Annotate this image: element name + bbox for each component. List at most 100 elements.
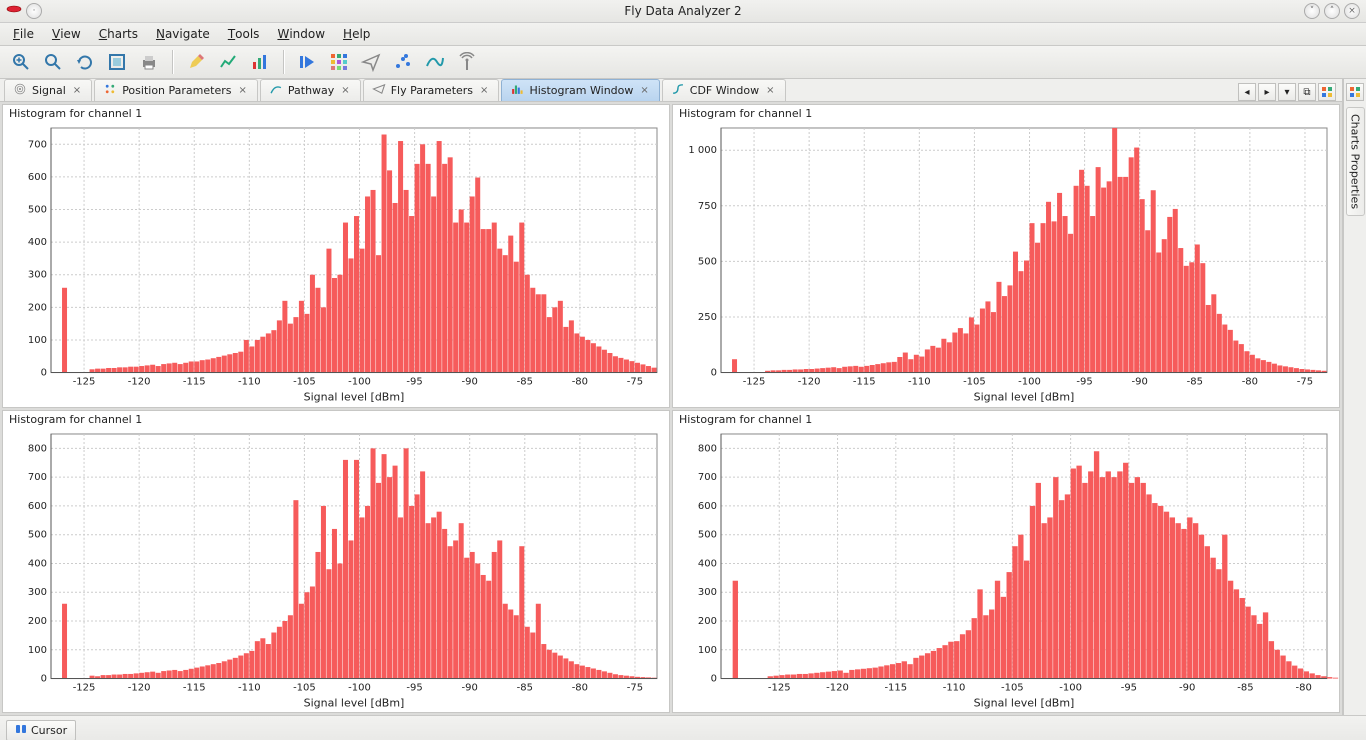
svg-text:-100: -100	[348, 377, 371, 388]
tool-magnify-plus[interactable]	[6, 48, 36, 76]
titlebar-unknown-button[interactable]: ·	[26, 3, 42, 19]
tool-refresh[interactable]	[70, 48, 100, 76]
pathway-icon	[269, 82, 283, 99]
svg-text:100: 100	[28, 644, 47, 655]
tab-cdf-window[interactable]: CDF Window ×	[662, 79, 786, 101]
chart-title: Histogram for channel 1	[673, 105, 1339, 120]
tab-close[interactable]: ×	[764, 85, 776, 96]
chart-panel-2: Histogram for channel 102505007501 000-1…	[672, 104, 1340, 408]
menubar: FileViewChartsNavigateToolsWindowHelp	[0, 23, 1366, 46]
tool-send[interactable]	[356, 48, 386, 76]
tab-fly-parameters[interactable]: Fly Parameters ×	[363, 79, 500, 101]
tab-histogram-window[interactable]: Histogram Window ×	[501, 79, 659, 101]
close-button[interactable]: ×	[1344, 3, 1360, 19]
tab-scroll-right[interactable]: ▸	[1258, 83, 1276, 101]
charts-properties-tab[interactable]: Charts Properties	[1346, 107, 1365, 216]
svg-text:-75: -75	[1297, 377, 1313, 388]
svg-text:Signal level [dBm]: Signal level [dBm]	[304, 391, 405, 404]
menu-tools[interactable]: Tools	[219, 23, 269, 45]
menu-help[interactable]: Help	[334, 23, 379, 45]
svg-text:300: 300	[28, 270, 47, 281]
tab-close[interactable]: ×	[478, 85, 490, 96]
right-sidebar: Charts Properties	[1343, 79, 1366, 715]
svg-text:300: 300	[698, 587, 717, 598]
svg-text:750: 750	[698, 201, 717, 212]
svg-text:500: 500	[28, 205, 47, 216]
svg-text:-115: -115	[853, 377, 876, 388]
svg-text:-90: -90	[462, 682, 478, 693]
content-area: Signal×Position Parameters×Pathway×Fly P…	[0, 79, 1343, 715]
svg-text:-125: -125	[73, 682, 96, 693]
svg-text:-85: -85	[517, 377, 533, 388]
tab-maximize[interactable]: ⧉	[1298, 83, 1316, 101]
chart-canvas[interactable]: 0100200300400500600700-125-120-115-110-1…	[3, 120, 669, 407]
chart-title: Histogram for channel 1	[3, 105, 669, 120]
app-icon	[6, 3, 22, 15]
tool-page-fit[interactable]	[102, 48, 132, 76]
tool-line-chart[interactable]	[213, 48, 243, 76]
tab-close[interactable]: ×	[638, 85, 650, 96]
cdf-icon	[671, 82, 685, 99]
tab-scroll-left[interactable]: ◂	[1238, 83, 1256, 101]
svg-text:200: 200	[698, 616, 717, 627]
tab-label: Histogram Window	[529, 84, 633, 97]
tab-close[interactable]: ×	[71, 85, 83, 96]
svg-text:700: 700	[698, 472, 717, 483]
tab-signal[interactable]: Signal×	[4, 79, 92, 101]
tool-bar-chart[interactable]	[245, 48, 275, 76]
tab-label: CDF Window	[690, 84, 759, 97]
chart-canvas[interactable]: 0100200300400500600700800-125-120-115-11…	[673, 426, 1339, 713]
tool-spline[interactable]	[420, 48, 450, 76]
tab-grid-icon[interactable]	[1318, 83, 1336, 101]
sidebar-grid-icon[interactable]	[1346, 83, 1364, 101]
tool-scatter[interactable]	[388, 48, 418, 76]
tool-magnify[interactable]	[38, 48, 68, 76]
cursor-button[interactable]: Cursor	[6, 720, 76, 740]
svg-text:-105: -105	[293, 377, 316, 388]
tab-label: Fly Parameters	[391, 84, 473, 97]
svg-text:200: 200	[28, 302, 47, 313]
svg-text:600: 600	[698, 500, 717, 511]
tab-close[interactable]: ×	[236, 85, 248, 96]
svg-text:200: 200	[28, 616, 47, 627]
tab-position-parameters[interactable]: Position Parameters×	[94, 79, 258, 101]
histogram-icon	[510, 82, 524, 99]
svg-text:600: 600	[28, 500, 47, 511]
svg-text:-105: -105	[963, 377, 986, 388]
tool-antenna[interactable]	[452, 48, 482, 76]
svg-text:-115: -115	[183, 682, 206, 693]
menu-charts[interactable]: Charts	[90, 23, 147, 45]
menu-file[interactable]: File	[4, 23, 43, 45]
tool-edit[interactable]	[181, 48, 211, 76]
menu-view[interactable]: View	[43, 23, 90, 45]
svg-text:-110: -110	[943, 682, 966, 693]
tab-dropdown[interactable]: ▾	[1278, 83, 1296, 101]
svg-text:-110: -110	[238, 377, 261, 388]
toolbar-separator	[172, 50, 173, 74]
svg-text:-100: -100	[1018, 377, 1041, 388]
chart-canvas[interactable]: 02505007501 000-125-120-115-110-105-100-…	[673, 120, 1339, 407]
menu-window[interactable]: Window	[268, 23, 334, 45]
chart-canvas[interactable]: 0100200300400500600700800-125-120-115-11…	[3, 426, 669, 713]
chart-panel-1: Histogram for channel 101002003004005006…	[2, 104, 670, 408]
tool-print[interactable]	[134, 48, 164, 76]
tool-grid[interactable]	[324, 48, 354, 76]
minimize-button[interactable]: ˅	[1304, 3, 1320, 19]
svg-text:-95: -95	[1076, 377, 1092, 388]
svg-text:-105: -105	[1001, 682, 1024, 693]
tool-play[interactable]	[292, 48, 322, 76]
svg-text:-120: -120	[128, 377, 151, 388]
svg-text:400: 400	[698, 558, 717, 569]
svg-text:800: 800	[28, 443, 47, 454]
svg-text:0: 0	[41, 673, 47, 684]
workspace: Signal×Position Parameters×Pathway×Fly P…	[0, 79, 1366, 715]
statusbar: Cursor	[0, 715, 1366, 740]
tab-pathway[interactable]: Pathway×	[260, 79, 361, 101]
tab-close[interactable]: ×	[339, 85, 351, 96]
menu-navigate[interactable]: Navigate	[147, 23, 219, 45]
svg-text:500: 500	[698, 256, 717, 267]
svg-text:400: 400	[28, 237, 47, 248]
svg-text:-80: -80	[572, 377, 588, 388]
signal-icon	[13, 82, 27, 99]
maximize-button[interactable]: ˄	[1324, 3, 1340, 19]
